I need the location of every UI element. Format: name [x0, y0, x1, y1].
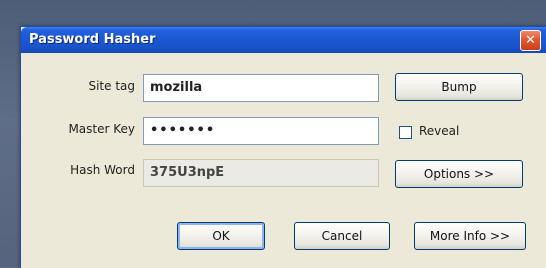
options-button[interactable]: Options >>	[395, 160, 523, 188]
master-key-input[interactable]: •••••••	[143, 117, 379, 145]
more-info-button[interactable]: More Info >>	[414, 222, 526, 250]
cancel-button[interactable]: Cancel	[294, 222, 390, 250]
window-title: Password Hasher	[29, 32, 156, 47]
bump-button[interactable]: Bump	[395, 73, 523, 101]
title-bar[interactable]: Password Hasher ✕	[21, 27, 546, 53]
close-button[interactable]: ✕	[520, 30, 541, 51]
site-tag-input[interactable]: mozilla	[143, 74, 379, 102]
password-hasher-dialog: Password Hasher ✕ Site tag mozilla Bump …	[20, 26, 546, 268]
hash-word-label: Hash Word	[70, 163, 135, 177]
close-icon: ✕	[525, 33, 536, 48]
ok-button[interactable]: OK	[177, 222, 265, 250]
hash-word-output[interactable]: 375U3npE	[143, 159, 379, 187]
reveal-checkbox[interactable]	[399, 126, 412, 139]
reveal-label[interactable]: Reveal	[419, 124, 459, 138]
site-tag-label: Site tag	[88, 79, 135, 93]
master-key-label: Master Key	[68, 122, 135, 136]
